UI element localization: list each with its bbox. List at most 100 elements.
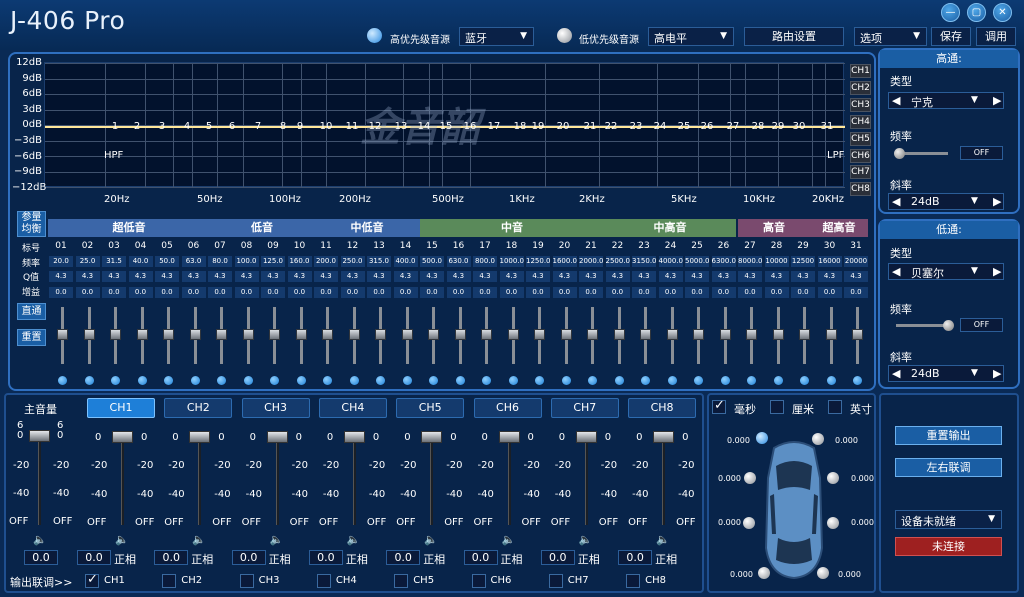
band-marker[interactable]: 13: [393, 121, 409, 132]
band-marker[interactable]: 27: [725, 121, 741, 132]
channel-fader-knob[interactable]: [112, 431, 133, 443]
band-gain[interactable]: 0.0: [711, 287, 736, 298]
channel-fader-track[interactable]: [584, 433, 588, 525]
speaker-position-dot[interactable]: [827, 472, 839, 484]
band-frequency[interactable]: 80.0: [208, 256, 232, 267]
band-q[interactable]: 4.3: [75, 271, 100, 282]
link-checkbox-ch7[interactable]: [548, 574, 563, 588]
band-gain[interactable]: 0.0: [499, 287, 524, 298]
restore-button[interactable]: ▢: [967, 3, 986, 22]
highpass-slope-select[interactable]: ◀ 24dB ▼ ▶: [888, 193, 1004, 210]
arrow-right-icon[interactable]: ▶: [993, 367, 1001, 380]
band-gain[interactable]: 0.0: [102, 287, 126, 298]
eq-band-dot[interactable]: [137, 376, 147, 385]
band-q[interactable]: 4.3: [579, 271, 603, 282]
band-q[interactable]: 4.3: [658, 271, 683, 282]
mixer-tab-ch5[interactable]: CH5: [396, 398, 465, 418]
speaker-icon[interactable]: 🔈: [33, 533, 47, 546]
eq-slider-knob[interactable]: [136, 329, 148, 340]
arrow-left-icon[interactable]: ◀: [892, 195, 900, 208]
minimize-button[interactable]: —: [941, 3, 960, 22]
band-q[interactable]: 4.3: [605, 271, 630, 282]
band-q[interactable]: 4.3: [181, 271, 206, 282]
channel-tag-2[interactable]: CH2: [850, 80, 871, 95]
band-gain[interactable]: 0.0: [181, 287, 206, 298]
band-frequency[interactable]: 160.0: [287, 256, 312, 267]
band-gain[interactable]: 0.0: [685, 287, 709, 298]
band-frequency[interactable]: 2500.0: [605, 256, 630, 267]
low-priority-radio[interactable]: [557, 28, 572, 43]
band-gain[interactable]: 0.0: [552, 287, 577, 298]
band-marker[interactable]: 11: [344, 121, 360, 132]
band-q[interactable]: 4.3: [420, 271, 444, 282]
eq-band-dot[interactable]: [508, 376, 518, 385]
band-gain[interactable]: 0.0: [128, 287, 153, 298]
eq-slider-knob[interactable]: [666, 329, 678, 340]
save-button[interactable]: 保存: [931, 27, 971, 46]
band-marker[interactable]: 14: [416, 121, 432, 132]
link-checkbox-ch5[interactable]: [394, 574, 409, 588]
band-frequency[interactable]: 315.0: [367, 256, 391, 267]
channel-tag-4[interactable]: CH4: [850, 114, 871, 129]
high-priority-radio[interactable]: [367, 28, 382, 43]
arrow-right-icon[interactable]: ▶: [993, 94, 1001, 107]
eq-band-dot[interactable]: [561, 376, 571, 385]
delay-unit-checkbox[interactable]: [712, 398, 726, 414]
band-q[interactable]: 4.3: [367, 271, 391, 282]
mixer-tab-ch1[interactable]: CH1: [87, 398, 155, 418]
phase-label[interactable]: 正相: [114, 551, 136, 567]
reset-button[interactable]: 重置: [17, 329, 46, 346]
band-marker[interactable]: 9: [292, 121, 308, 132]
band-frequency[interactable]: 1250.0: [526, 256, 551, 267]
band-q[interactable]: 4.3: [287, 271, 312, 282]
eq-band-dot[interactable]: [694, 376, 703, 385]
eq-band-dot[interactable]: [296, 376, 306, 385]
band-marker[interactable]: 15: [438, 121, 454, 132]
band-q[interactable]: 4.3: [128, 271, 153, 282]
band-frequency[interactable]: 8000.0: [738, 256, 763, 267]
eq-slider-knob[interactable]: [401, 329, 413, 340]
eq-slider-knob[interactable]: [693, 329, 704, 340]
band-gain[interactable]: 0.0: [393, 287, 418, 298]
master-volume-value[interactable]: 0.0: [24, 550, 58, 565]
band-frequency[interactable]: 500.0: [420, 256, 444, 267]
band-frequency[interactable]: 20000: [844, 256, 868, 267]
band-marker[interactable]: 4: [179, 121, 195, 132]
eq-slider-knob[interactable]: [83, 329, 95, 340]
channel-fader-track[interactable]: [198, 433, 202, 525]
band-q[interactable]: 4.3: [844, 271, 868, 282]
band-marker[interactable]: 24: [652, 121, 668, 132]
phase-label[interactable]: 正相: [501, 551, 523, 567]
mixer-tab-ch7[interactable]: CH7: [550, 398, 619, 418]
eq-band-dot[interactable]: [58, 376, 67, 385]
eq-slider-knob[interactable]: [454, 329, 466, 340]
band-gain[interactable]: 0.0: [658, 287, 683, 298]
band-frequency[interactable]: 20.0: [49, 256, 73, 267]
band-marker[interactable]: 6: [224, 121, 240, 132]
phase-label[interactable]: 正相: [346, 551, 368, 567]
channel-tag-5[interactable]: CH5: [850, 131, 871, 146]
band-frequency[interactable]: 40.0: [128, 256, 153, 267]
eq-slider-knob[interactable]: [587, 329, 598, 340]
band-marker[interactable]: 31: [819, 121, 835, 132]
band-gain[interactable]: 0.0: [49, 287, 73, 298]
band-frequency[interactable]: 100.0: [234, 256, 259, 267]
eq-slider-knob[interactable]: [428, 329, 439, 340]
band-gain[interactable]: 0.0: [420, 287, 444, 298]
eq-band-dot[interactable]: [376, 376, 385, 385]
band-q[interactable]: 4.3: [261, 271, 285, 282]
eq-slider-knob[interactable]: [163, 329, 174, 340]
options-select[interactable]: 选项 ▼: [854, 27, 927, 46]
band-marker[interactable]: 26: [699, 121, 715, 132]
speaker-icon[interactable]: 🔈: [347, 533, 361, 546]
phase-label[interactable]: 正相: [578, 551, 600, 567]
band-q[interactable]: 4.3: [234, 271, 259, 282]
band-frequency[interactable]: 6300.0: [711, 256, 736, 267]
band-frequency[interactable]: 250.0: [340, 256, 365, 267]
speaker-icon[interactable]: 🔈: [424, 533, 438, 546]
band-q[interactable]: 4.3: [314, 271, 338, 282]
eq-slider-knob[interactable]: [507, 329, 519, 340]
delay-value[interactable]: 0.000: [718, 518, 741, 527]
band-marker[interactable]: 30: [791, 121, 807, 132]
channel-volume-value[interactable]: 0.0: [463, 550, 498, 565]
